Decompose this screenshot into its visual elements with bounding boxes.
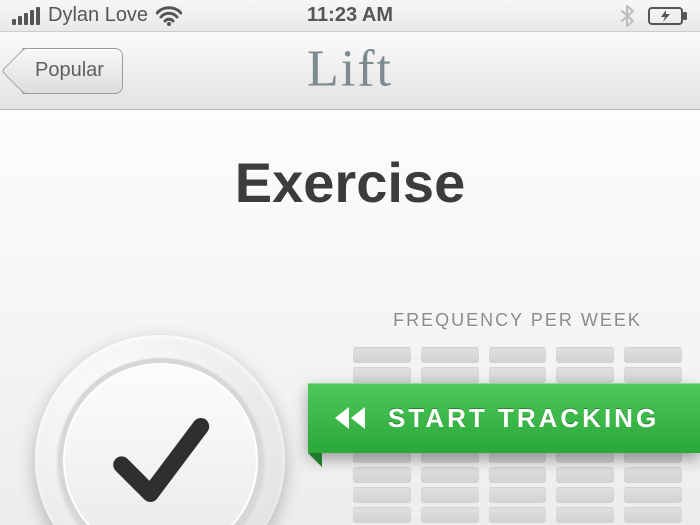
frequency-label: FREQUENCY PER WEEK <box>345 310 690 331</box>
frequency-cell <box>353 467 411 483</box>
frequency-cell <box>421 507 479 523</box>
frequency-cell <box>353 487 411 503</box>
bluetooth-icon <box>620 5 634 27</box>
frequency-cell <box>556 467 614 483</box>
frequency-cell <box>489 487 547 503</box>
back-button-label: Popular <box>35 59 104 82</box>
frequency-cell <box>421 487 479 503</box>
frequency-cell <box>624 487 682 503</box>
wifi-icon <box>156 6 182 26</box>
frequency-cell <box>353 347 411 363</box>
signal-strength-icon <box>12 7 40 25</box>
nav-bar: Popular Lift <box>0 32 700 110</box>
habit-title: Exercise <box>40 150 660 215</box>
carrier-name: Dylan Love <box>48 4 148 27</box>
frequency-cell <box>556 347 614 363</box>
back-button[interactable]: Popular <box>22 48 123 94</box>
clock: 11:23 AM <box>307 4 393 27</box>
frequency-cell <box>556 487 614 503</box>
frequency-cell <box>489 507 547 523</box>
frequency-cell <box>489 367 547 383</box>
frequency-cell <box>624 467 682 483</box>
status-bar: Dylan Love 11:23 AM <box>0 0 700 32</box>
start-tracking-button[interactable]: START TRACKING <box>308 383 700 453</box>
app-logo: Lift <box>307 39 393 98</box>
frequency-cell <box>489 347 547 363</box>
frequency-cell <box>624 347 682 363</box>
start-tracking-label: START TRACKING <box>388 403 659 434</box>
battery-charging-icon <box>648 7 688 25</box>
checkmark-icon <box>100 400 220 520</box>
frequency-cell <box>556 507 614 523</box>
rewind-icon <box>330 405 368 431</box>
frequency-cell <box>421 367 479 383</box>
frequency-cell <box>421 347 479 363</box>
content-area: Exercise FREQUENCY PER WEEK START TRACKI… <box>0 110 700 525</box>
frequency-cell <box>624 507 682 523</box>
frequency-cell <box>624 367 682 383</box>
frequency-cell <box>556 367 614 383</box>
frequency-cell <box>489 467 547 483</box>
frequency-cell <box>353 507 411 523</box>
frequency-cell <box>353 367 411 383</box>
frequency-cell <box>421 467 479 483</box>
checkin-button[interactable] <box>35 335 285 525</box>
